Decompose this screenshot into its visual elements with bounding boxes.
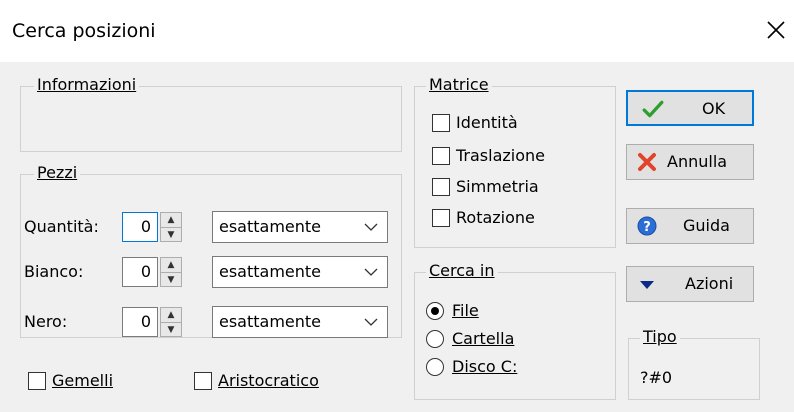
bianco-mode-value: esattamente — [219, 262, 322, 281]
help-icon: ? — [637, 216, 657, 236]
title-bar: Cerca posizioni — [0, 0, 794, 62]
guida-label: Guida — [683, 216, 730, 235]
triangle-down-icon — [640, 281, 654, 289]
gemelli-checkbox[interactable] — [28, 372, 46, 390]
gemelli-label[interactable]: Gemelli — [52, 371, 113, 391]
quantita-label: Quantità: — [24, 217, 99, 236]
spin-up-icon[interactable]: ▲ — [161, 258, 181, 272]
annulla-label: Annulla — [667, 152, 728, 171]
matrice-label: Matrice — [426, 76, 492, 94]
nero-mode-value: esattamente — [219, 312, 322, 331]
cancel-icon — [638, 153, 656, 171]
bianco-spin-arrows[interactable]: ▲ ▼ — [160, 257, 182, 287]
spin-up-icon[interactable]: ▲ — [161, 213, 181, 227]
identita-label[interactable]: Identità — [456, 113, 518, 133]
traslazione-checkbox[interactable] — [432, 147, 450, 165]
informazioni-group — [20, 86, 402, 152]
dialog-body: Informazioni Pezzi Quantità: 0 ▲ ▼ esatta… — [0, 62, 794, 412]
azioni-label: Azioni — [685, 274, 734, 293]
nero-value[interactable]: 0 — [122, 307, 158, 337]
quantita-spin-arrows[interactable]: ▲ ▼ — [160, 212, 182, 242]
quantita-value[interactable]: 0 — [122, 212, 158, 242]
aristocratico-label[interactable]: Aristocratico — [218, 371, 319, 391]
guida-button[interactable]: ? Guida — [626, 208, 754, 244]
cerca-in-group — [414, 272, 616, 400]
nero-label: Nero: — [24, 312, 68, 331]
rotazione-label[interactable]: Rotazione — [456, 208, 535, 228]
simmetria-checkbox[interactable] — [432, 178, 450, 196]
bianco-label: Bianco: — [24, 262, 84, 281]
rotazione-checkbox[interactable] — [432, 209, 450, 227]
ok-button[interactable]: OK — [626, 90, 754, 126]
bianco-value[interactable]: 0 — [122, 257, 158, 287]
spin-up-icon[interactable]: ▲ — [161, 308, 181, 322]
chevron-down-icon — [364, 318, 378, 326]
chevron-down-icon — [364, 223, 378, 231]
cartella-radio[interactable] — [426, 330, 444, 348]
annulla-button[interactable]: Annulla — [626, 144, 754, 180]
azioni-button[interactable]: Azioni — [626, 266, 754, 302]
identita-checkbox[interactable] — [432, 114, 450, 132]
ok-label: OK — [702, 99, 726, 118]
bianco-mode-select[interactable]: esattamente — [212, 256, 388, 288]
nero-mode-select[interactable]: esattamente — [212, 306, 388, 338]
nero-spin-arrows[interactable]: ▲ ▼ — [160, 307, 182, 337]
cerca-in-label: Cerca in — [426, 262, 498, 280]
spin-down-icon[interactable]: ▼ — [161, 322, 181, 337]
quantita-mode-select[interactable]: esattamente — [212, 211, 388, 243]
tipo-value: ?#0 — [640, 368, 673, 387]
disco-label[interactable]: Disco C: — [452, 357, 517, 377]
aristocratico-checkbox[interactable] — [194, 372, 212, 390]
close-icon[interactable] — [764, 18, 788, 42]
spin-down-icon[interactable]: ▼ — [161, 227, 181, 242]
cartella-label[interactable]: Cartella — [452, 329, 514, 349]
window-title: Cerca posizioni — [12, 20, 156, 42]
file-label[interactable]: File — [452, 301, 479, 321]
simmetria-label[interactable]: Simmetria — [456, 177, 539, 197]
spin-down-icon[interactable]: ▼ — [161, 272, 181, 287]
quantita-mode-value: esattamente — [219, 217, 322, 236]
svg-text:?: ? — [643, 220, 651, 235]
tipo-label: Tipo — [640, 328, 680, 346]
informazioni-label: Informazioni — [34, 76, 140, 94]
file-radio[interactable] — [426, 302, 444, 320]
disco-radio[interactable] — [426, 358, 444, 376]
check-icon — [642, 100, 664, 118]
pezzi-label: Pezzi — [34, 164, 81, 182]
traslazione-label[interactable]: Traslazione — [456, 146, 545, 166]
chevron-down-icon — [364, 268, 378, 276]
